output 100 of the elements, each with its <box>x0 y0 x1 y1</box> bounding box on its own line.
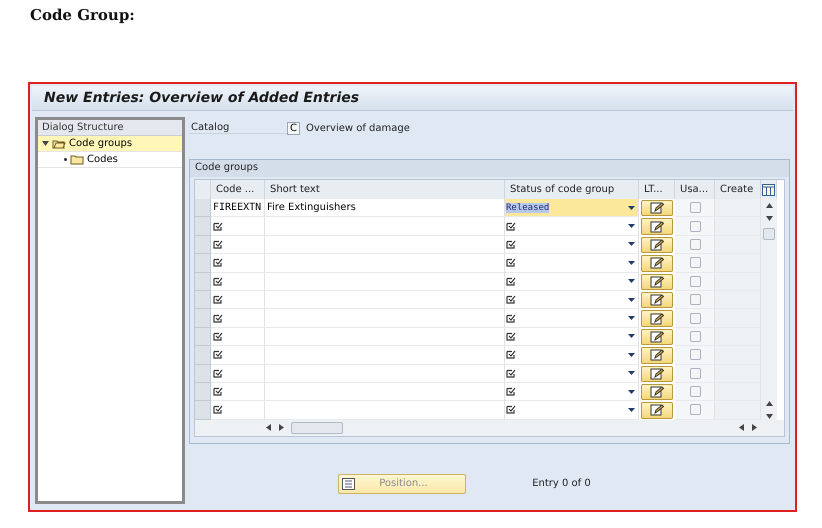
table-cell[interactable] <box>265 382 505 402</box>
dropdown-caret-icon[interactable] <box>628 371 635 376</box>
scroll-down-icon[interactable] <box>766 412 772 420</box>
edit-button[interactable] <box>641 328 673 346</box>
row-selector[interactable] <box>195 254 211 273</box>
scroll-right-icon[interactable] <box>278 424 285 432</box>
table-cell[interactable] <box>265 290 505 310</box>
scroll-thumb[interactable] <box>763 228 775 240</box>
edit-button[interactable] <box>641 384 673 400</box>
dropdown-caret-icon[interactable] <box>628 334 635 338</box>
column-header[interactable]: Status of code group <box>505 180 639 199</box>
row-selector[interactable] <box>195 199 211 218</box>
dropdown-caret-icon[interactable] <box>628 316 635 320</box>
edit-button[interactable] <box>641 292 673 308</box>
edit-button[interactable] <box>641 200 673 216</box>
table-cell[interactable] <box>211 364 265 383</box>
scroll-left-icon[interactable] <box>265 424 272 432</box>
dropdown-caret-icon[interactable] <box>628 390 635 394</box>
usage-checkbox[interactable] <box>690 368 701 379</box>
edit-button[interactable] <box>641 366 673 382</box>
usage-checkbox[interactable] <box>690 330 701 342</box>
scroll-left-icon[interactable] <box>738 424 745 432</box>
dropdown-caret-icon[interactable] <box>628 260 635 265</box>
horizontal-scrollbar[interactable] <box>195 420 784 436</box>
edit-button[interactable] <box>641 310 673 327</box>
table-cell[interactable] <box>211 328 265 346</box>
scroll-thumb[interactable] <box>291 422 343 434</box>
column-header[interactable]: LT... <box>639 180 675 199</box>
row-selector[interactable] <box>195 290 211 310</box>
checkmark-icon <box>213 332 223 341</box>
usage-checkbox[interactable] <box>690 404 701 416</box>
dropdown-caret-icon[interactable] <box>628 206 635 210</box>
usage-checkbox[interactable] <box>690 202 701 214</box>
edit-button[interactable] <box>641 402 673 419</box>
dropdown-caret-icon[interactable] <box>628 298 635 302</box>
checkmark-icon <box>506 258 516 268</box>
dropdown-caret-icon[interactable] <box>628 224 635 228</box>
scroll-down-icon[interactable] <box>766 215 772 222</box>
table-cell[interactable] <box>265 309 505 328</box>
table-cell[interactable] <box>211 309 265 328</box>
row-selector[interactable] <box>195 272 211 291</box>
row-selector[interactable] <box>195 346 211 365</box>
edit-button[interactable] <box>641 218 673 235</box>
column-header[interactable]: Usa... <box>675 180 715 199</box>
row-selector[interactable] <box>195 364 211 383</box>
table-cell[interactable] <box>211 290 265 310</box>
column-header[interactable]: Short text <box>265 180 505 199</box>
dropdown-caret-icon[interactable] <box>628 242 635 246</box>
table-cell[interactable]: Fire Extinguishers <box>265 199 505 218</box>
table-cell[interactable] <box>265 236 505 254</box>
usage-checkbox[interactable] <box>690 276 701 287</box>
usage-checkbox[interactable] <box>690 312 701 324</box>
usage-checkbox[interactable] <box>690 294 701 306</box>
row-selector[interactable] <box>195 309 211 328</box>
column-header[interactable]: Code ... <box>211 180 265 199</box>
table-cell[interactable] <box>715 199 761 218</box>
scroll-up-icon[interactable] <box>766 202 772 209</box>
edit-button[interactable] <box>641 347 673 364</box>
column-header[interactable]: Create <box>715 180 761 199</box>
table-cell[interactable] <box>211 382 265 402</box>
usage-checkbox[interactable] <box>690 257 701 268</box>
scroll-up-icon[interactable] <box>766 400 772 407</box>
table-cell[interactable] <box>265 328 505 346</box>
dropdown-caret-icon[interactable] <box>628 352 635 357</box>
usage-checkbox[interactable] <box>690 238 701 250</box>
vertical-scrollbar[interactable] <box>761 199 777 420</box>
table-cell[interactable] <box>211 401 265 420</box>
row-selector[interactable] <box>195 236 211 254</box>
table-cell[interactable] <box>211 346 265 365</box>
table-cell[interactable]: FIREEXTN <box>211 199 265 218</box>
edit-button[interactable] <box>641 274 673 290</box>
usage-checkbox[interactable] <box>690 220 701 232</box>
list-icon <box>342 478 356 490</box>
row-selector[interactable] <box>195 328 211 346</box>
table-cell[interactable] <box>265 401 505 420</box>
table-cell[interactable] <box>211 217 265 236</box>
scroll-right-icon[interactable] <box>751 424 758 432</box>
tree-item[interactable]: Codes <box>38 152 182 168</box>
edit-button[interactable] <box>641 255 673 272</box>
dropdown-caret-icon[interactable] <box>628 408 635 412</box>
table-cell[interactable] <box>265 272 505 291</box>
row-selector[interactable] <box>195 401 211 420</box>
catalog-field[interactable]: C <box>287 122 300 134</box>
status-dropdown[interactable]: Released <box>505 199 639 218</box>
table-cell[interactable] <box>265 254 505 273</box>
table-cell[interactable] <box>211 236 265 254</box>
table-cell[interactable] <box>265 364 505 383</box>
row-selector[interactable] <box>195 217 211 236</box>
table-cell[interactable] <box>211 272 265 291</box>
row-selector[interactable] <box>195 382 211 402</box>
usage-checkbox[interactable] <box>690 386 701 398</box>
table-cell[interactable] <box>265 217 505 236</box>
table-cell[interactable] <box>211 254 265 273</box>
table-cell[interactable] <box>265 346 505 365</box>
usage-checkbox[interactable] <box>690 349 701 360</box>
dropdown-caret-icon[interactable] <box>628 279 635 284</box>
edit-button[interactable] <box>641 236 673 254</box>
collapse-icon[interactable] <box>42 140 49 147</box>
table-settings-icon[interactable] <box>762 184 775 196</box>
tree-item[interactable]: Code groups <box>38 136 182 152</box>
